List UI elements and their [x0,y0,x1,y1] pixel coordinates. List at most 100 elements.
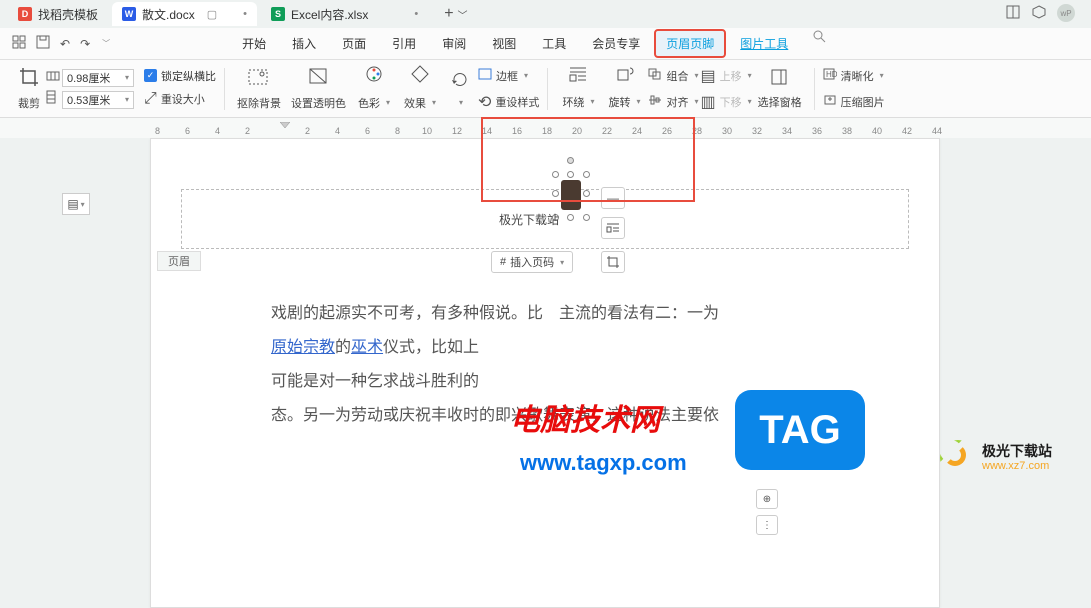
border-icon [478,67,492,85]
crop-icons [46,68,60,109]
page-num-icon: # [500,256,506,268]
cube-icon[interactable] [1031,4,1047,20]
tab-templates[interactable]: D 找稻壳模板 [8,2,108,26]
move-down-button: ▥下移▾ [700,91,751,113]
color-button[interactable]: 色彩▾ [352,64,396,114]
app-menu-icon[interactable] [12,35,26,52]
rotate-icon [614,65,634,89]
compress-button[interactable]: 压缩图片 [823,91,885,113]
resize-handle[interactable] [583,171,590,178]
width-input[interactable]: 0.98厘米▾ [62,69,134,87]
move-up-icon: ▤ [700,66,715,86]
tab-excel[interactable]: S Excel内容.xlsx • [261,2,428,26]
canvas-area: 8642 2468 10121416 18202224 26283032 343… [0,118,1091,138]
reset-size-icon: ⤢ [144,90,157,108]
selection-pane-icon [770,68,790,92]
menu-tools[interactable]: 工具 [530,29,578,58]
selection-pane-button[interactable]: 选择窗格 [754,68,806,110]
resize-handle[interactable] [552,171,559,178]
rotate-small-button[interactable]: ▾ [444,70,476,107]
tab-label: 找稻壳模板 [38,6,98,23]
height-input[interactable]: 0.53厘米▾ [62,91,134,109]
lock-aspect-checkbox[interactable]: ✓锁定纵横比 [144,68,216,84]
format-float-button[interactable]: ⋮ [756,515,778,535]
rotate-button[interactable]: 旋转▾ [602,65,646,113]
rotate-handle[interactable] [567,157,574,164]
search-icon[interactable] [812,29,826,58]
clarity-icon: HD [823,67,837,85]
effect-icon [410,64,430,90]
resize-handle[interactable] [552,190,559,197]
rotate-small-icon [450,70,470,96]
watermark-tag: TAG [735,390,865,470]
selected-image[interactable] [556,175,586,217]
tab-close-icon[interactable]: • [243,8,247,20]
wrap-button[interactable]: 环绕▾ [556,65,600,113]
header-text[interactable]: 极光下载站 [499,211,559,228]
menu-view[interactable]: 视图 [480,29,528,58]
word-icon: W [122,7,136,21]
header-options-button[interactable]: ▤ ▾ [62,193,90,215]
undo-icon[interactable]: ↶ [60,37,70,51]
remove-bg-icon [248,67,270,93]
crop-group[interactable]: 裁剪 [14,67,44,111]
ribbon: 裁剪 0.98厘米▾ 0.53厘米▾ ✓锁定纵横比 ⤢重设大小 抠除背景 设置透… [0,60,1091,118]
menu-header-footer[interactable]: 页眉页脚 [654,29,726,58]
wrap-float-button[interactable] [601,217,625,239]
layout-float-button[interactable]: — [601,187,625,209]
reset-style-icon: ⟲ [478,92,491,112]
color-icon [364,64,384,90]
crop-vertical-icon[interactable] [46,90,60,109]
excel-icon: S [271,7,285,21]
tab-min-icon[interactable]: ▢ [207,8,217,21]
resize-handle[interactable] [583,190,590,197]
layout-icon[interactable] [1005,4,1021,20]
border-button[interactable]: 边框▾ [478,65,539,87]
header-label: 页眉 [157,251,201,271]
document-page[interactable]: ▤ ▾ 极光下载站 — 页眉 #插入页码▾ 戏剧的起源实不可考，有多种假说。比 … [150,138,940,608]
reset-style-button[interactable]: ⟲重设样式 [478,91,539,113]
save-icon[interactable] [36,35,50,52]
resize-handle[interactable] [567,171,574,178]
site-watermark: 极光下载站 www.xz7.com [940,440,1052,476]
add-float-button[interactable]: ⊕ [756,489,778,509]
align-button[interactable]: 对齐▾ [648,91,698,113]
tab-label: 散文.docx [142,6,195,23]
watermark-url: www.tagxp.com [520,450,687,476]
new-tab-button[interactable]: + [444,5,453,23]
group-button[interactable]: 组合▾ [648,65,698,87]
move-down-icon: ▥ [700,92,715,112]
menu-review[interactable]: 审阅 [430,29,478,58]
group-icon [648,67,662,85]
watermark-text: 电脑技术网 [510,395,660,439]
dimensions: 0.98厘米▾ 0.53厘米▾ [62,69,134,109]
crop-horizontal-icon[interactable] [46,68,60,86]
effect-button[interactable]: 效果▾ [398,64,442,114]
menu-bar: ↶ ↷ ﹀ 开始 插入 页面 引用 审阅 视图 工具 会员专享 页眉页脚 图片工… [0,28,1091,60]
tab-doc[interactable]: W 散文.docx ▢ • [112,2,257,26]
remove-bg-button[interactable]: 抠除背景 [233,67,285,111]
menu-insert[interactable]: 插入 [280,29,328,58]
crop-float-button[interactable] [601,251,625,273]
link-religion[interactable]: 原始宗教 [271,339,335,356]
indent-marker[interactable] [280,122,290,132]
menu-member[interactable]: 会员专享 [580,29,652,58]
insert-page-number-button[interactable]: #插入页码▾ [491,251,573,273]
link-witchcraft[interactable]: 巫术 [351,339,383,356]
menu-reference[interactable]: 引用 [380,29,428,58]
redo-icon[interactable]: ↷ [80,37,90,51]
menu-page[interactable]: 页面 [330,29,378,58]
resize-handle[interactable] [567,214,574,221]
user-avatar[interactable]: wP [1057,4,1075,22]
clarity-button[interactable]: HD清晰化▾ [823,65,885,87]
menu-picture-tools[interactable]: 图片工具 [728,29,800,58]
menu-home[interactable]: 开始 [230,29,278,58]
tab-menu-caret[interactable]: ﹀ [458,7,468,22]
set-transparent-button[interactable]: 设置透明色 [287,67,350,111]
tab-close-icon[interactable]: • [414,8,418,20]
reset-size-button[interactable]: ⤢重设大小 [144,88,216,110]
quick-more-caret[interactable]: ﹀ [102,38,110,49]
svg-text:HD: HD [826,70,837,79]
site-logo-icon [940,440,976,476]
resize-handle[interactable] [583,214,590,221]
